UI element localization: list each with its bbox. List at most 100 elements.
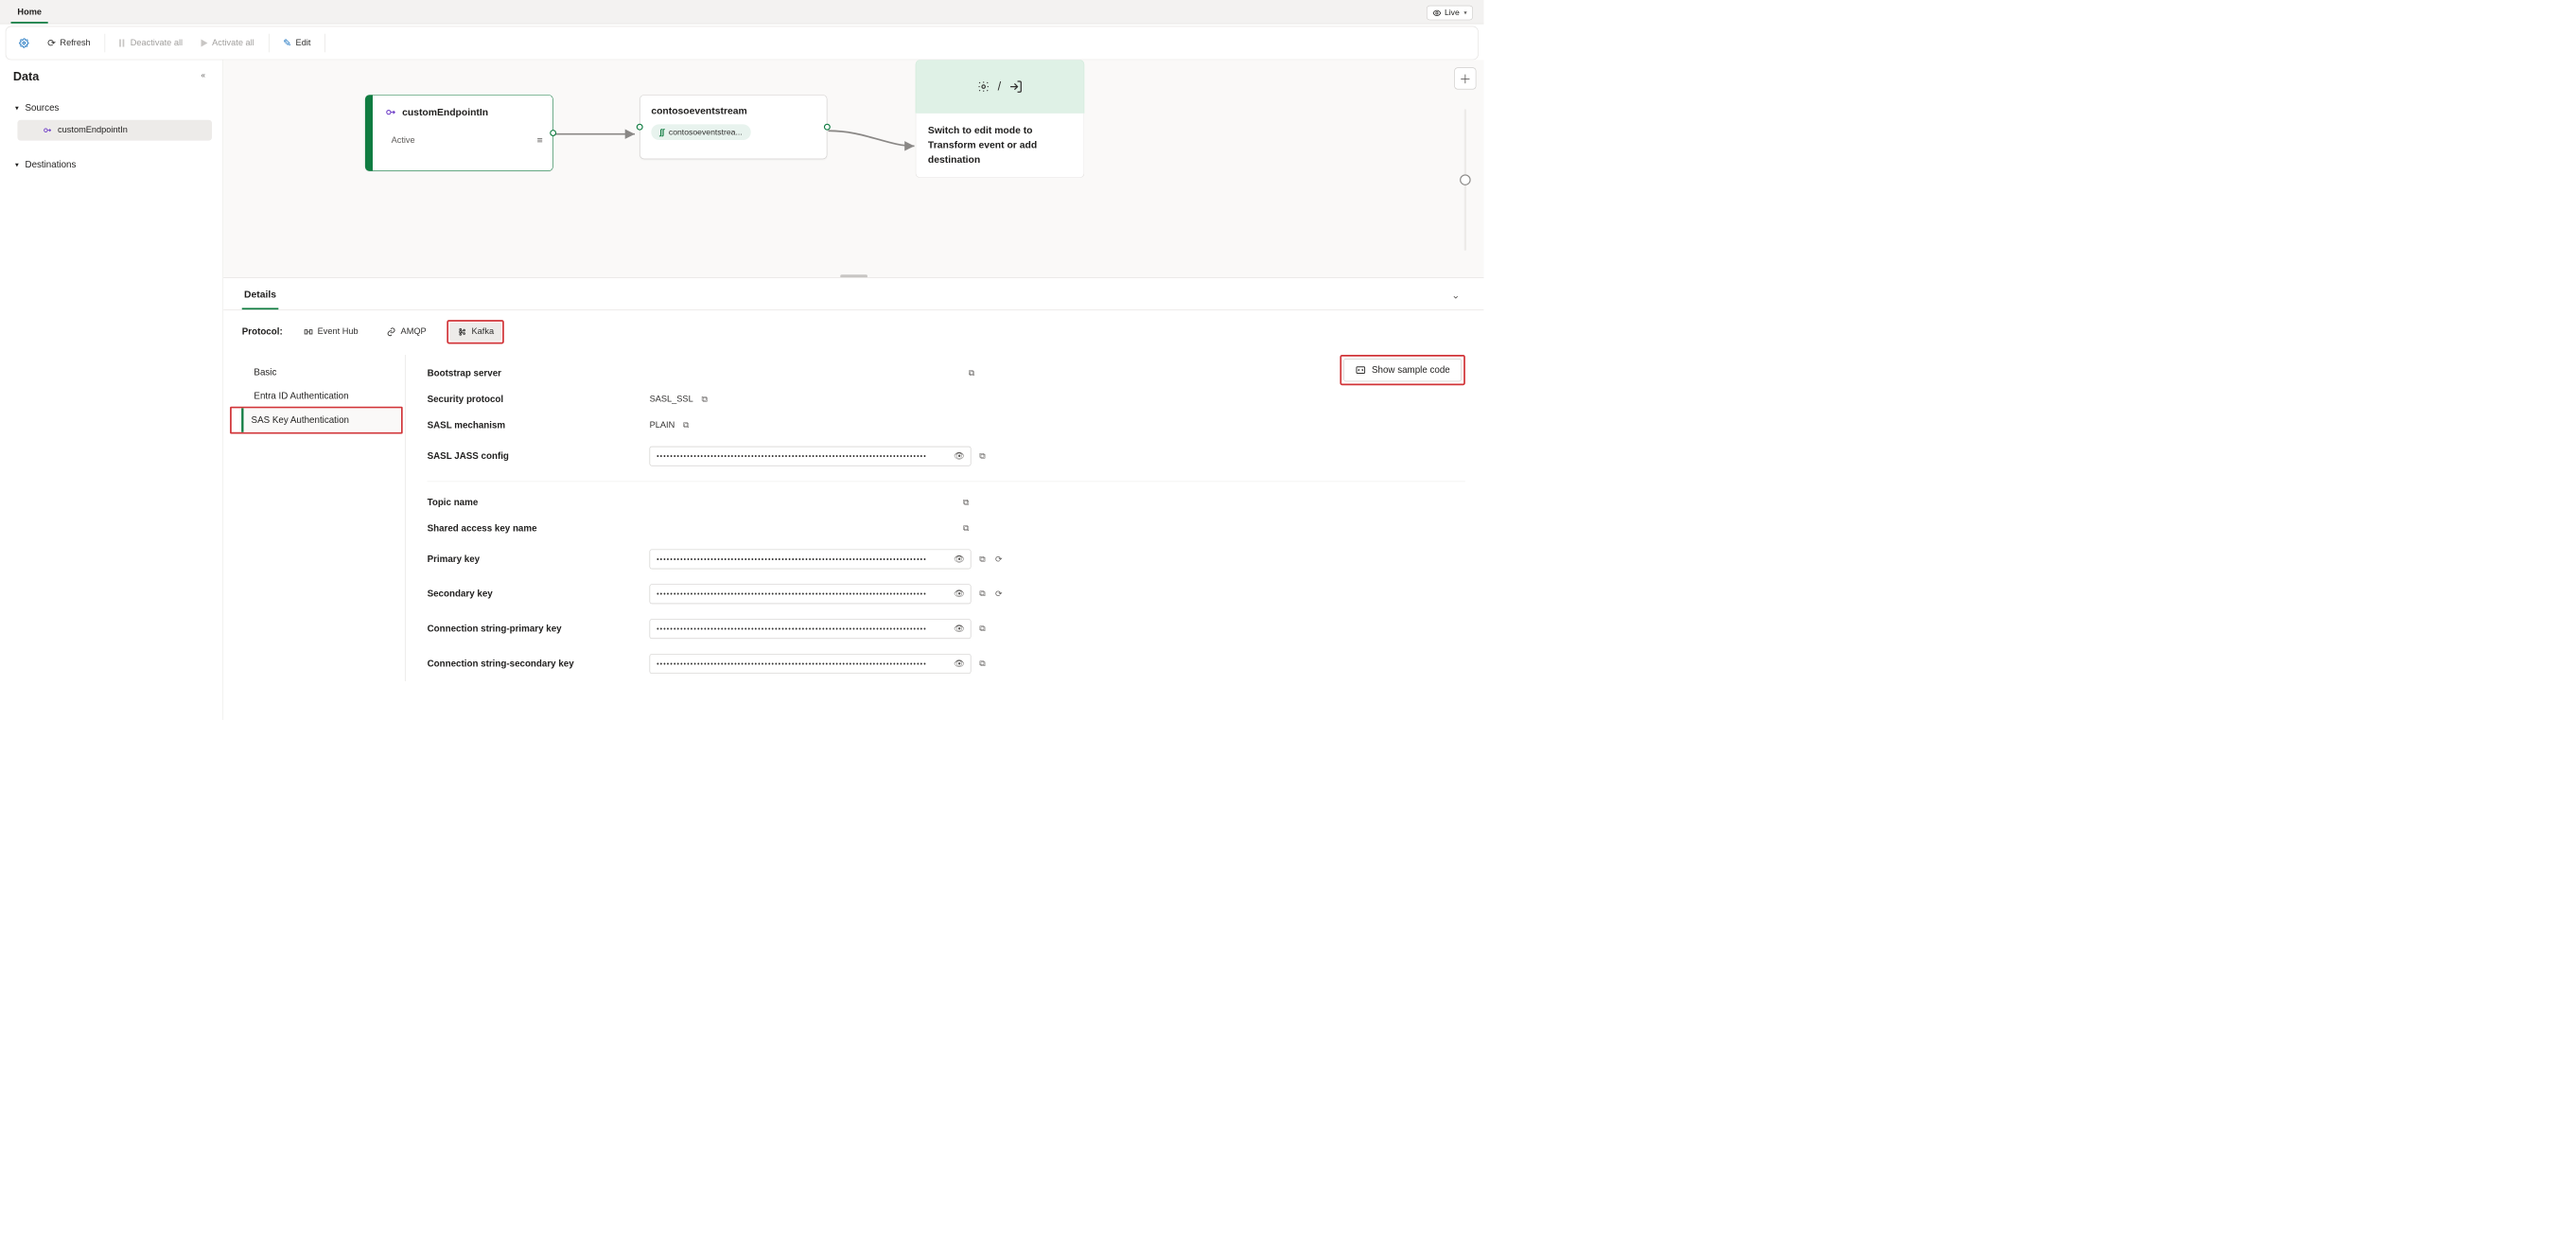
output-icon [1008, 79, 1023, 94]
zoom-slider[interactable] [1464, 109, 1466, 251]
sidebar-collapse-button[interactable]: « [202, 70, 215, 83]
canvas-add-button[interactable]: ＋ [1454, 67, 1476, 89]
zoom-handle[interactable] [1460, 174, 1471, 185]
auth-sas[interactable]: SAS Key Authentication [241, 408, 401, 431]
reveal-button[interactable]: 👁 [955, 554, 964, 564]
deactivate-all-button[interactable]: Deactivate all [112, 34, 190, 53]
show-sample-code-button[interactable]: Show sample code [1344, 359, 1462, 381]
activate-all-button[interactable]: Activate all [194, 34, 262, 53]
activate-all-label: Activate all [212, 38, 254, 47]
copy-button[interactable]: ⧉ [967, 368, 976, 378]
eye-icon [1432, 9, 1441, 17]
reveal-button[interactable]: 👁 [955, 659, 964, 668]
protocol-label: Protocol: [242, 326, 283, 338]
node-stream-contosoeventstream[interactable]: contosoeventstream ∫∫ contosoeventstrea.… [640, 95, 827, 159]
link-icon [387, 327, 396, 337]
sidebar-item-customendpointin[interactable]: customEndpointIn [17, 120, 212, 141]
regenerate-button[interactable]: ⟳ [994, 554, 1004, 564]
node-destination-placeholder[interactable]: / Switch to edit mode to Transform event… [916, 60, 1085, 223]
edit-button[interactable]: Edit [275, 33, 318, 53]
protocol-eventhub[interactable]: Event Hub [296, 323, 366, 342]
protocol-label-text: Kafka [472, 327, 495, 337]
reveal-button[interactable]: 👁 [955, 589, 964, 599]
live-mode-pill[interactable]: Live ▾ [1427, 6, 1473, 21]
auth-basic[interactable]: Basic [242, 360, 405, 384]
separator [105, 34, 106, 53]
sidebar-title: Data [13, 70, 39, 84]
field-label: Bootstrap server [428, 368, 640, 379]
field-label: SASL JASS config [428, 450, 640, 462]
kafka-icon [458, 327, 467, 337]
field-label: SASL mechanism [428, 420, 640, 431]
refresh-icon [47, 37, 56, 48]
secret-input[interactable]: ••••••••••••••••••••••••••••••••••••••••… [650, 447, 972, 466]
copy-button[interactable]: ⧉ [681, 421, 691, 431]
copy-button[interactable]: ⧉ [977, 554, 987, 564]
node-port-out[interactable] [824, 124, 831, 131]
stream-icon: ∫∫ [660, 128, 665, 137]
reveal-button[interactable]: 👁 [955, 451, 964, 461]
details-panel: Details ⌄ Protocol: Event Hub AMQP [223, 278, 1483, 720]
separator [324, 34, 325, 53]
stream-chip[interactable]: ∫∫ contosoeventstrea... [651, 124, 751, 140]
node-port-in[interactable] [637, 124, 643, 131]
connection-fields: Show sample code Bootstrap server ⧉ Secu… [406, 355, 1465, 681]
chip-label: contosoeventstrea... [669, 128, 743, 137]
endpoint-icon [385, 106, 397, 118]
details-collapse-button[interactable]: ⌄ [1446, 279, 1465, 309]
settings-button[interactable] [11, 34, 36, 53]
sidebar-section-sources[interactable]: ▾ Sources [13, 99, 215, 116]
sidebar-section-destinations[interactable]: ▾ Destinations [13, 156, 215, 173]
sidebar-section-label: Destinations [25, 159, 76, 170]
data-sidebar: Data « ▾ Sources customEndpointIn ▾ Dest… [0, 60, 223, 720]
tab-home[interactable]: Home [11, 2, 48, 23]
sidebar-item-label: customEndpointIn [58, 125, 128, 134]
masked-value: ••••••••••••••••••••••••••••••••••••••••… [657, 452, 954, 460]
protocol-amqp[interactable]: AMQP [379, 323, 434, 342]
copy-button[interactable]: ⧉ [700, 395, 710, 404]
node-title: customEndpointIn [402, 107, 488, 118]
protocol-label-text: Event Hub [318, 327, 359, 337]
node-status: Active [392, 135, 415, 145]
dest-hint-text: Switch to edit mode to Transform event o… [916, 114, 1085, 178]
field-label: Secondary key [428, 589, 640, 600]
copy-button[interactable]: ⧉ [977, 451, 987, 461]
chevron-down-icon: ▾ [13, 103, 21, 112]
copy-button[interactable]: ⧉ [961, 498, 971, 507]
secret-input[interactable]: ••••••••••••••••••••••••••••••••••••••••… [650, 550, 972, 570]
protocol-label-text: AMQP [401, 327, 427, 337]
secret-input[interactable]: ••••••••••••••••••••••••••••••••••••••••… [650, 654, 972, 674]
copy-button[interactable]: ⧉ [961, 524, 971, 534]
highlight-box: SAS Key Authentication [230, 407, 403, 434]
field-label: Shared access key name [428, 523, 640, 535]
edge [553, 129, 640, 140]
slash: / [998, 79, 1002, 94]
panel-resize-handle[interactable] [840, 274, 867, 277]
auth-entra[interactable]: Entra ID Authentication [242, 384, 405, 408]
highlight-box: Show sample code [1341, 355, 1465, 385]
reveal-button[interactable]: 👁 [955, 624, 964, 634]
node-menu-button[interactable]: ≡ [537, 134, 543, 146]
refresh-button[interactable]: Refresh [40, 33, 98, 53]
field-value: SASL_SSL [650, 395, 693, 404]
flow-canvas[interactable]: customEndpointIn Active ≡ contosoeventst… [223, 60, 1483, 277]
sidebar-section-label: Sources [25, 102, 59, 114]
field-label: Security protocol [428, 394, 640, 405]
secret-input[interactable]: ••••••••••••••••••••••••••••••••••••••••… [650, 584, 972, 604]
node-source-customendpointin[interactable]: customEndpointIn Active ≡ [365, 95, 553, 171]
copy-button[interactable]: ⧉ [977, 589, 987, 599]
tab-details[interactable]: Details [242, 278, 279, 309]
node-port-out[interactable] [550, 130, 556, 136]
regenerate-button[interactable]: ⟳ [994, 589, 1004, 599]
copy-button[interactable]: ⧉ [977, 624, 987, 634]
protocol-kafka[interactable]: Kafka [449, 323, 501, 342]
live-label: Live [1445, 9, 1460, 18]
gear-icon [19, 38, 28, 47]
refresh-label: Refresh [60, 38, 90, 47]
page-tabs: Home Live ▾ [0, 0, 1483, 24]
secret-input[interactable]: ••••••••••••••••••••••••••••••••••••••••… [650, 619, 972, 639]
field-value: PLAIN [650, 421, 675, 431]
endpoint-icon [43, 125, 52, 134]
field-label: Primary key [428, 554, 640, 565]
copy-button[interactable]: ⧉ [977, 659, 987, 668]
